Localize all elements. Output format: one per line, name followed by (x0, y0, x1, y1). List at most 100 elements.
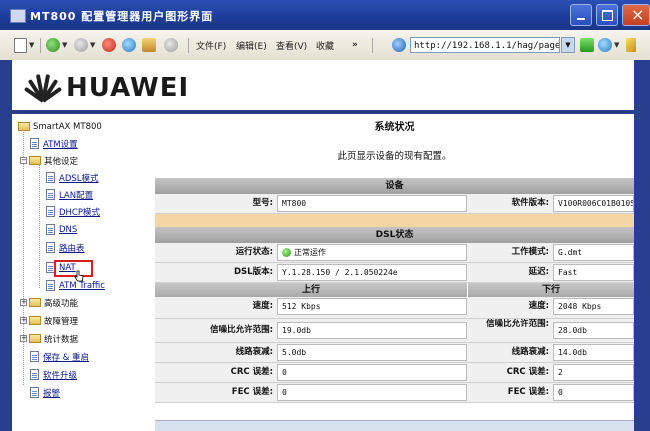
address-bar[interactable]: http://192.168.1.1/hag/pages (410, 37, 560, 53)
menu-view[interactable]: 查看(V) (276, 36, 307, 54)
software-version-value: V100R006C01B010SP0 (553, 195, 634, 212)
table-row: 线路衰减: 5.0db 线路衰减: 14.0db (155, 343, 634, 363)
pencil-icon (626, 38, 636, 52)
status-ok-icon (282, 248, 291, 257)
up-speed-label: 速度: (252, 301, 273, 311)
logo-text: HUAWEI (66, 73, 190, 103)
ie-address-icon (392, 36, 406, 54)
refresh-icon (122, 38, 136, 52)
work-mode-value: G.dmt (553, 244, 634, 261)
section-spacer (155, 214, 634, 227)
menu-edit[interactable]: 编辑(E) (236, 36, 267, 54)
down-fec-value: 0 (553, 384, 634, 401)
tree-group-fault[interactable]: + 故障管理 (20, 314, 78, 327)
up-attenuation-label: 线路衰减: (235, 347, 273, 357)
forward-button[interactable]: ▼ (74, 36, 95, 54)
expand-icon: + (20, 298, 27, 306)
up-snr-label: 信噪比允许范围: (210, 325, 273, 335)
folder-icon (29, 334, 41, 343)
delay-label: 延迟: (528, 267, 549, 277)
menu-favorites[interactable]: 收藏 (316, 36, 334, 54)
tree-item-dns[interactable]: DNS (46, 223, 77, 236)
browser-toolbar: ▼ ▼ ▼ 文件(F) 编辑(E) 查看(V) 收藏 » http://192.… (0, 30, 650, 61)
expand-icon: + (20, 316, 27, 324)
tree-item-route[interactable]: 路由表 (46, 241, 85, 254)
title-bar: MT800 配置管理器用户图形界面 (0, 0, 650, 30)
tree-item-dhcp[interactable]: DHCP模式 (46, 205, 100, 218)
down-snr-label: 信噪比允许范围: (486, 319, 549, 329)
tree-item-lan[interactable]: LAN配置 (46, 188, 93, 201)
tree-item-adsl[interactable]: ADSL模式 (46, 171, 99, 184)
go-button[interactable] (580, 36, 594, 54)
down-attenuation-value: 14.0db (553, 344, 634, 361)
ie-icon (392, 38, 406, 52)
tree-group-advanced[interactable]: + 高级功能 (20, 296, 78, 309)
dsl-header: DSL状态 (155, 227, 634, 243)
gear-icon (164, 38, 178, 52)
menu-file[interactable]: 文件(F) (196, 36, 226, 54)
horizontal-scrollbar[interactable] (155, 420, 634, 431)
tree-item-save-restart[interactable]: 保存 & 重启 (30, 350, 89, 363)
tools-button[interactable] (164, 36, 178, 54)
stop-icon (102, 38, 116, 52)
tree-group-stats[interactable]: + 统计数据 (20, 332, 78, 345)
folder-open-icon (29, 156, 41, 165)
down-speed-value: 2048 Kbps (553, 298, 634, 315)
chevron-down-icon: ▼ (29, 41, 35, 49)
home-icon (142, 38, 156, 52)
software-version-label: 软件版本: (511, 198, 549, 208)
toolbar-separator (188, 38, 189, 53)
page-icon (46, 224, 55, 235)
folder-icon (18, 122, 30, 131)
header-divider (12, 110, 634, 114)
model-value: MT800 (277, 195, 467, 212)
search-button[interactable]: ▼ (598, 36, 619, 54)
toolbar-overflow-button[interactable]: » (352, 36, 358, 54)
edit-button[interactable] (626, 36, 636, 54)
up-speed-value: 512 Kbps (277, 298, 467, 315)
maximize-button[interactable] (596, 4, 618, 26)
chevron-down-icon: ▼ (90, 41, 96, 49)
page-icon (46, 206, 55, 217)
tree-item-atm[interactable]: ATM设置 (30, 137, 78, 150)
device-header: 设备 (155, 178, 634, 194)
back-button[interactable]: ▼ (46, 36, 67, 54)
tree-item-upgrade[interactable]: 软件升级 (30, 368, 77, 381)
down-crc-value: 2 (553, 364, 634, 381)
folder-icon (29, 316, 41, 325)
minimize-button[interactable] (570, 4, 592, 26)
page-icon (30, 369, 39, 380)
down-fec-label: FEC 误差: (507, 387, 549, 397)
page-icon (14, 37, 27, 53)
table-row: CRC 误差: 0 CRC 误差: 2 (155, 363, 634, 383)
up-crc-value: 0 (277, 364, 467, 381)
page-icon (46, 242, 55, 253)
upstream-header: 上行 (155, 283, 467, 297)
hand-cursor-icon (74, 270, 84, 282)
browser-window: MT800 配置管理器用户图形界面 ▼ ▼ ▼ 文件(F) 编辑(E) 查看(V… (0, 0, 650, 431)
up-attenuation-value: 5.0db (277, 344, 467, 361)
page-icon (30, 351, 39, 362)
table-row: DSL版本: Y.1.28.150 / 2.1.050224e 延迟: Fast (155, 263, 634, 283)
page-icon (46, 280, 55, 291)
table-row: 速度: 512 Kbps 速度: 2048 Kbps (155, 297, 634, 319)
tree-group-other[interactable]: − 其他设定 (20, 154, 78, 167)
stop-button[interactable] (102, 36, 116, 54)
table-row: 型号: MT800 软件版本: V100R006C01B010SP0 (155, 194, 634, 214)
run-status-value: 正常运作 (277, 244, 467, 261)
refresh-button[interactable] (122, 36, 136, 54)
up-crc-label: CRC 误差: (230, 367, 273, 377)
table-row: FEC 误差: 0 FEC 误差: 0 (155, 383, 634, 403)
page-icon (46, 172, 55, 183)
chevron-down-icon: ▼ (62, 41, 68, 49)
page-menu-button[interactable]: ▼ (14, 36, 34, 54)
address-dropdown[interactable]: ▼ (561, 37, 575, 53)
toolbar-separator (372, 38, 373, 53)
home-button[interactable] (142, 36, 156, 54)
chevron-down-icon: ▼ (565, 41, 571, 49)
direction-header: 上行 下行 (155, 283, 634, 297)
tree-root[interactable]: SmartAX MT800 (18, 120, 102, 133)
chevron-down-icon: ▼ (614, 41, 620, 49)
close-button[interactable] (622, 4, 650, 26)
tree-item-alarm[interactable]: 报警 (30, 386, 60, 399)
